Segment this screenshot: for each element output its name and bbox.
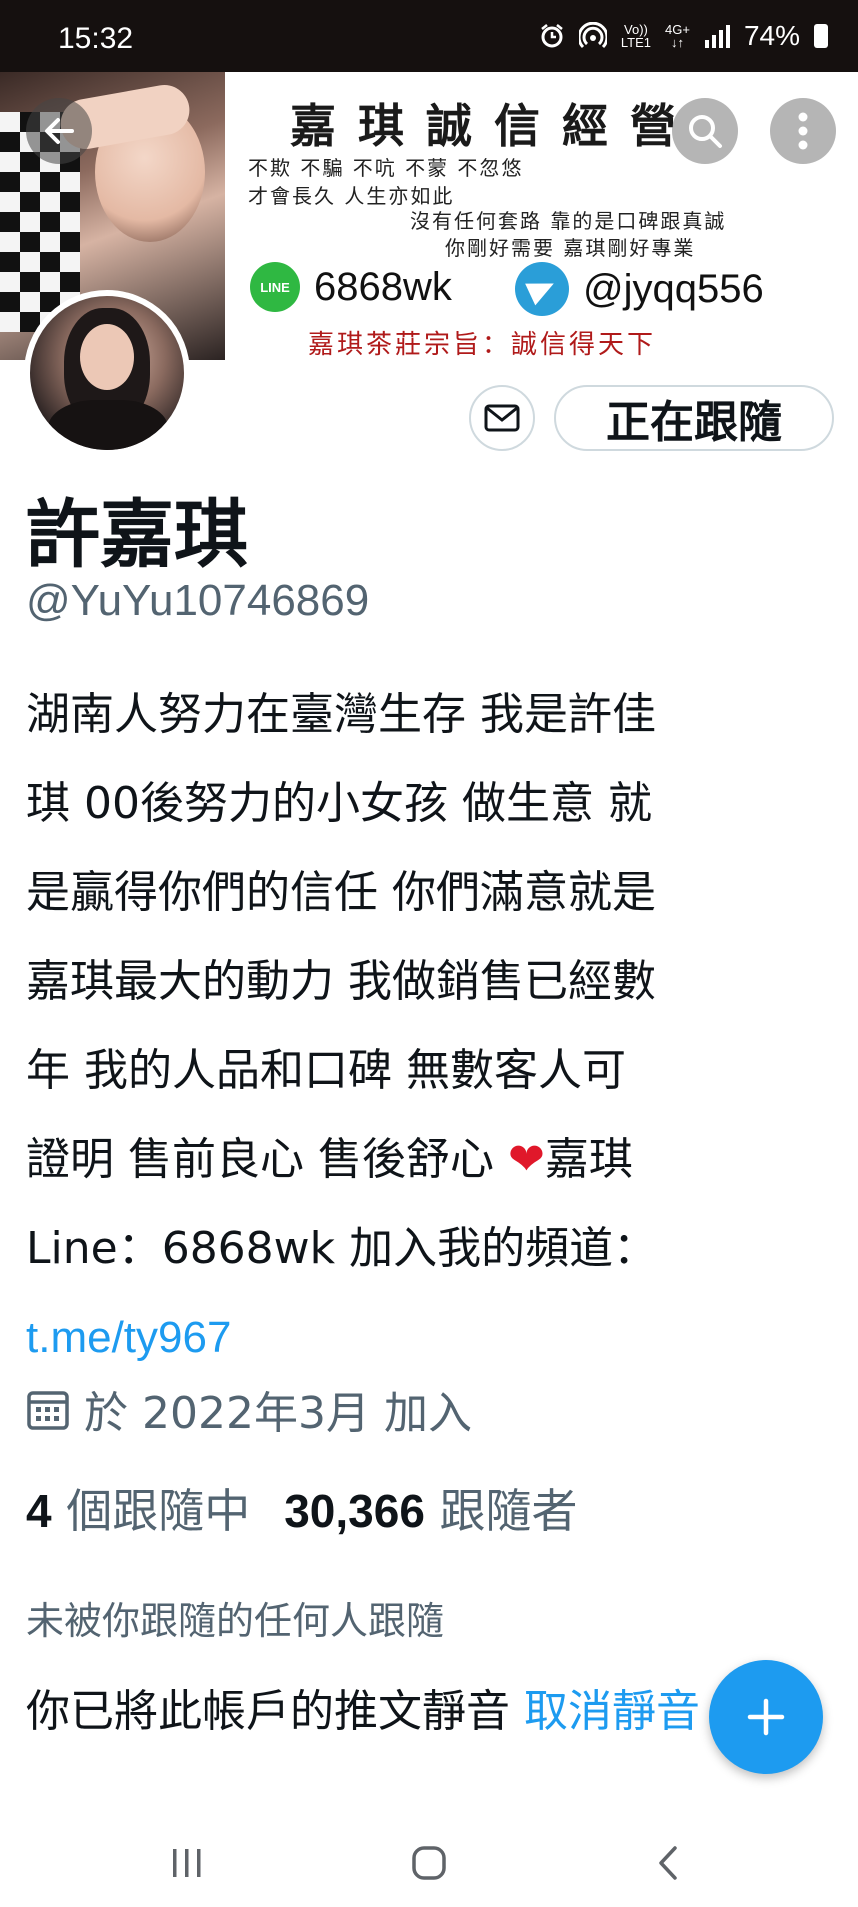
recent-apps-button[interactable]	[157, 1833, 217, 1893]
message-button[interactable]	[469, 385, 535, 451]
followers-label: 跟隨者	[439, 1484, 578, 1538]
home-icon	[412, 1846, 446, 1880]
profile-bio: 湖南人努力在臺灣生存 我是許佳 琪 00後努力的小女孩 做生意 就 是贏得你們的…	[26, 670, 816, 1382]
line-id: 6868wk	[314, 264, 452, 309]
telegram-icon	[515, 262, 569, 316]
banner-line: 不欺 不騙 不吭 不蒙 不忽悠	[248, 156, 524, 180]
bio-line: 琪 00後努力的小女孩 做生意 就	[26, 778, 652, 829]
bio-line: 年 我的人品和口碑 無數客人可	[26, 1045, 626, 1096]
status-bar: 15:32 Vo)) LTE1 4G+ ↓↑ 74%	[0, 0, 858, 72]
plus-icon	[747, 1698, 785, 1736]
telegram-contact: @jyqq556	[515, 262, 764, 316]
following-label: 個跟隨中	[66, 1484, 251, 1538]
banner-title: 嘉琪誠信經營	[290, 99, 698, 153]
user-handle: @YuYu10746869	[26, 576, 370, 625]
system-back-button[interactable]	[638, 1833, 698, 1893]
followers-count: 30,366	[284, 1485, 425, 1537]
line-icon: LINE	[250, 262, 300, 312]
signal-icon	[704, 25, 730, 48]
battery-icon	[814, 24, 828, 48]
battery-percent: 74%	[743, 20, 800, 51]
bio-line: 證明 售前良心 售後舒心 ❤嘉琪	[26, 1115, 816, 1204]
joined-text: 於 2022年3月 加入	[84, 1388, 472, 1439]
following-link[interactable]: 4 個跟隨中	[26, 1475, 250, 1541]
bio-line: 湖南人努力在臺灣生存 我是許佳	[26, 689, 656, 740]
following-count: 4	[26, 1485, 52, 1537]
more-vertical-icon	[798, 112, 808, 150]
muted-notice: 你已將此帳戶的推文靜音 取消靜音	[26, 1668, 726, 1756]
bio-line: 嘉琪最大的動力 我做銷售已經數	[26, 956, 656, 1007]
banner-motto: 嘉琪茶莊宗旨：誠信得天下	[308, 330, 657, 360]
volte-icon: Vo)) LTE1	[621, 23, 651, 49]
compose-tweet-button[interactable]	[709, 1660, 823, 1774]
bio-link[interactable]: t.me/ty967	[26, 1293, 816, 1382]
status-icons: Vo)) LTE1 4G+ ↓↑ 74%	[539, 20, 828, 52]
unmute-link[interactable]: 取消靜音	[524, 1686, 700, 1737]
mail-icon	[484, 404, 520, 432]
system-nav-bar	[0, 1815, 858, 1907]
status-time: 15:32	[58, 22, 134, 55]
more-button[interactable]	[770, 98, 836, 164]
display-name: 許嘉琪	[26, 492, 248, 578]
avatar[interactable]	[24, 290, 190, 456]
back-button[interactable]	[26, 98, 92, 164]
heart-emoji-icon: ❤	[507, 1134, 545, 1185]
calendar-icon	[27, 1391, 69, 1430]
hotspot-icon	[578, 22, 607, 49]
alarm-icon	[541, 24, 563, 48]
line-contact: LINE 6868wk	[250, 262, 452, 312]
bio-text: 嘉琪	[544, 1134, 633, 1185]
back-icon	[659, 1846, 677, 1880]
home-button[interactable]	[399, 1833, 459, 1893]
recent-apps-icon	[173, 1849, 201, 1877]
search-icon	[689, 115, 722, 148]
follow-counts: 4 個跟隨中 30,366 跟隨者	[26, 1475, 578, 1541]
bio-text: 證明 售前良心 售後舒心	[26, 1134, 508, 1185]
bio-line: Line：6868wk 加入我的頻道：	[26, 1223, 658, 1274]
bio-line: 是贏得你們的信任 你們滿意就是	[26, 867, 656, 918]
following-button[interactable]: 正在跟隨	[554, 385, 834, 451]
lte-label: LTE1	[620, 35, 652, 50]
banner-line: 沒有任何套路 靠的是口碑跟真誠	[410, 209, 727, 233]
muted-text: 你已將此帳戶的推文靜音	[26, 1686, 524, 1737]
4g-icon: 4G+ ↓↑	[665, 22, 690, 50]
back-arrow-icon	[45, 118, 74, 144]
telegram-id: @jyqq556	[583, 266, 764, 311]
search-button[interactable]	[672, 98, 738, 164]
followers-link[interactable]: 30,366 跟隨者	[284, 1475, 577, 1541]
banner-line: 你剛好需要 嘉琪剛好專業	[445, 236, 696, 260]
not-followed-notice: 未被你跟隨的任何人跟隨	[26, 1599, 445, 1643]
joined-date: 於 2022年3月 加入	[26, 1377, 472, 1441]
